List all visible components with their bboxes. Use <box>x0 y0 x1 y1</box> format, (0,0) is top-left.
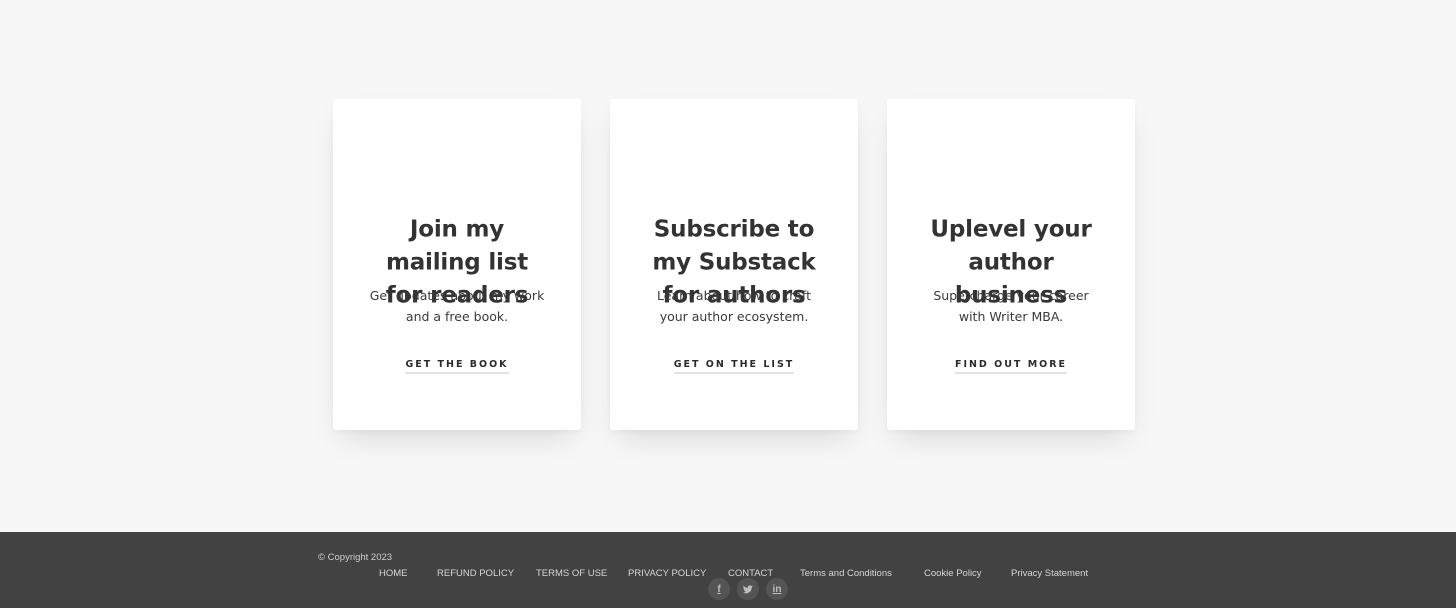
cta-cards: Join my mailing list for readers Get upd… <box>333 99 1136 431</box>
get-the-book-link[interactable]: GET THE BOOK <box>405 359 509 374</box>
footer-link-home[interactable]: HOME <box>379 568 408 579</box>
get-on-the-list-link[interactable]: GET ON THE LIST <box>673 359 795 374</box>
card-writer-mba: Uplevel your author business Supercharge… <box>887 99 1135 430</box>
card-description-line: Get updates about my work <box>369 288 545 303</box>
linkedin-icon: in <box>772 583 782 595</box>
footer-link-terms-and-conditions[interactable]: Terms and Conditions <box>800 568 892 579</box>
card-description: Learn about how to craft your author eco… <box>610 285 858 327</box>
footer-nav: HOME REFUND POLICY TERMS OF USE PRIVACY … <box>0 568 1456 582</box>
card-description-line: with Writer MBA. <box>958 309 1064 324</box>
card-title-line: author <box>968 249 1054 276</box>
footer-link-refund-policy[interactable]: REFUND POLICY <box>437 568 514 579</box>
footer-link-privacy-policy[interactable]: PRIVACY POLICY <box>628 568 706 579</box>
linkedin-button[interactable]: in <box>766 578 788 600</box>
card-description-line: Supercharge your career <box>933 288 1089 303</box>
card-description-line: and a free book. <box>405 309 509 324</box>
find-out-more-link[interactable]: FIND OUT MORE <box>954 359 1068 374</box>
card-title-line: mailing list <box>385 249 529 276</box>
twitter-icon <box>743 584 753 593</box>
card-description: Get updates about my work and a free boo… <box>333 285 581 327</box>
footer-link-privacy-statement[interactable]: Privacy Statement <box>1011 568 1088 579</box>
card-title-line: Subscribe to <box>653 216 815 243</box>
card-description-line: Learn about how to craft <box>657 288 811 303</box>
twitter-button[interactable] <box>737 578 759 600</box>
footer-link-terms-of-use[interactable]: TERMS OF USE <box>536 568 607 579</box>
card-title-line: Uplevel your <box>930 216 1092 243</box>
site-footer: © Copyright 2023 HOME REFUND POLICY TERM… <box>0 532 1456 608</box>
card-title-line: Join my <box>409 216 505 243</box>
card-title-line: my Substack <box>652 249 816 276</box>
copyright-text: © Copyright 2023 <box>318 552 393 563</box>
facebook-icon: f <box>717 583 721 595</box>
footer-link-cookie-policy[interactable]: Cookie Policy <box>924 568 982 579</box>
card-description: Supercharge your career with Writer MBA. <box>887 285 1135 327</box>
facebook-button[interactable]: f <box>708 578 730 600</box>
card-mailing-list: Join my mailing list for readers Get upd… <box>333 99 581 430</box>
card-substack: Subscribe to my Substack for authors Lea… <box>610 99 858 430</box>
card-description-line: your author ecosystem. <box>659 309 809 324</box>
